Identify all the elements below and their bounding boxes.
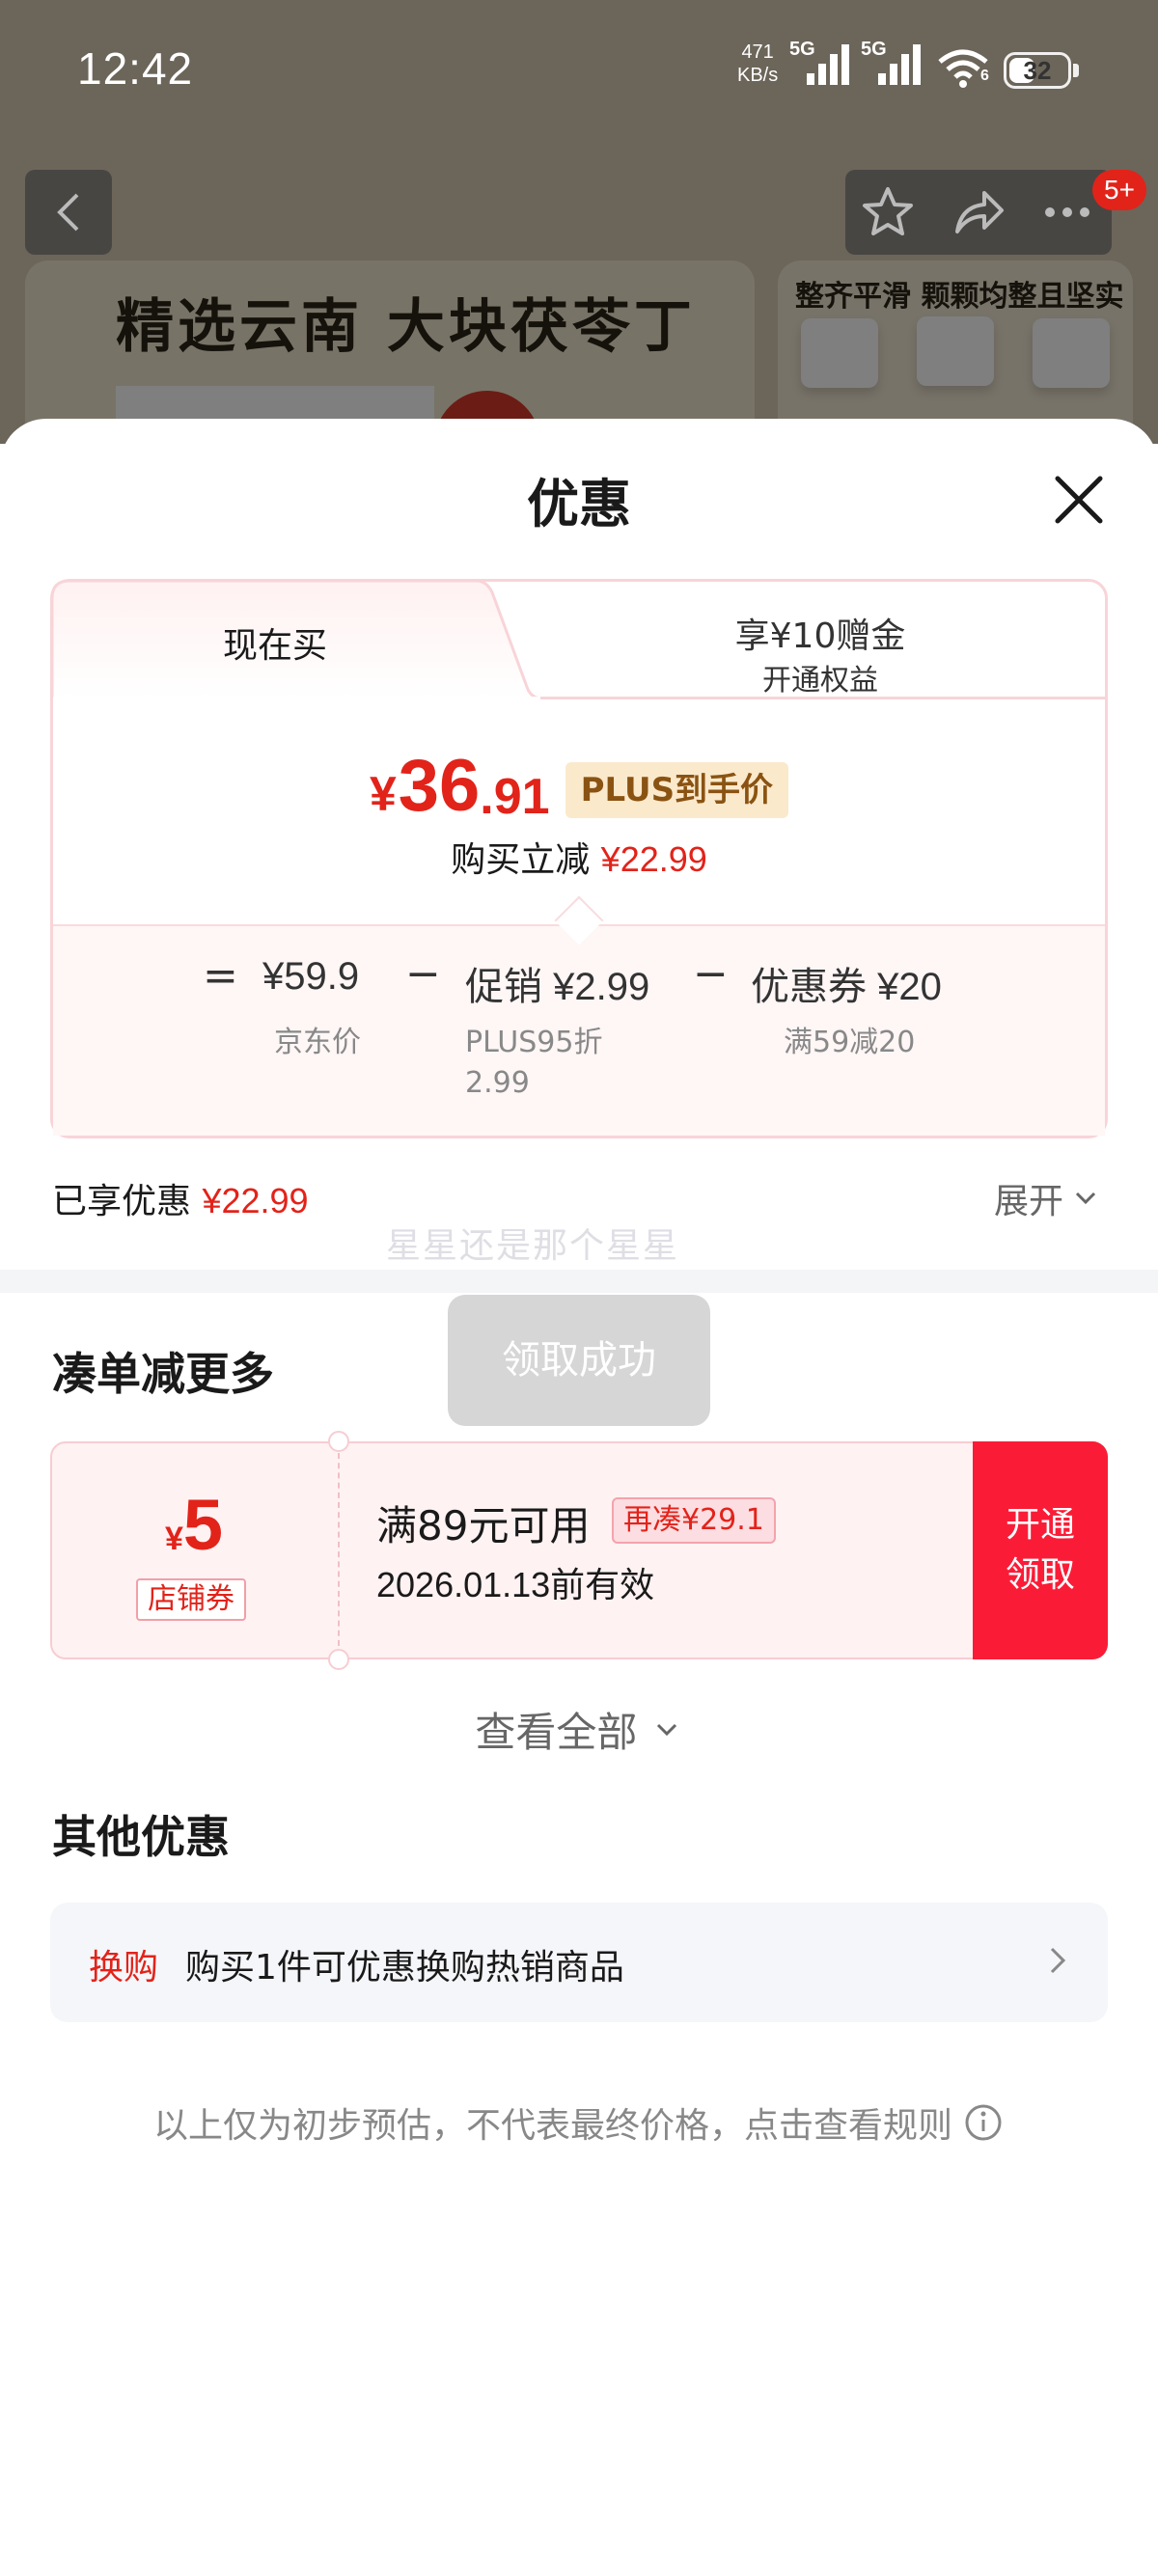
exchange-text: 购买1件可优惠换购热销商品 [185, 1948, 624, 1987]
disclaimer[interactable]: 以上仅为初步预估，不代表最终价格，点击查看规则 [0, 2097, 1158, 2148]
status-bar: 12:42 471 KB/s 5G 5G 6 32 [0, 0, 1158, 145]
top-action-group [845, 170, 1112, 255]
coupon-amount: ¥5 [50, 1484, 338, 1566]
price-decimal: .91 [480, 769, 550, 825]
expand-label: 展开 [994, 1182, 1064, 1221]
price-currency: ¥ [369, 767, 397, 821]
coupon-type-badge: 店铺券 [136, 1578, 246, 1621]
exchange-tag: 换购 [89, 1948, 159, 1987]
section-divider [0, 1270, 1158, 1293]
expand-button[interactable]: 展开 [994, 1173, 1102, 1223]
view-all-button[interactable]: 查看全部 [0, 1700, 1158, 1759]
minus-sign: − [405, 949, 441, 999]
equals-sign: = [203, 951, 238, 1000]
tab-now-buy-label: 现在买 [222, 626, 327, 666]
enjoyed-value: ¥22.99 [202, 1181, 309, 1220]
jd-price-label: 京东价 [274, 1026, 361, 1059]
chevron-right-icon [1050, 1947, 1066, 1974]
minus-sign: − [693, 949, 729, 999]
back-arrow-icon [57, 193, 79, 232]
share-button[interactable] [950, 185, 1007, 239]
success-toast: 领取成功 [448, 1295, 710, 1426]
coupon-currency: ¥ [164, 1521, 183, 1557]
claim-button-line1: 开通 [1005, 1505, 1075, 1545]
info-icon [965, 2104, 1002, 2141]
promo-label: PLUS95折 [465, 1026, 603, 1059]
battery-icon: 32 [1004, 52, 1071, 89]
claim-button-line2: 领取 [1005, 1555, 1075, 1595]
jd-price-value: ¥59.9 [262, 955, 360, 998]
close-icon[interactable] [1048, 469, 1110, 531]
bundle-section-title: 凑单减更多 [52, 1348, 274, 1400]
battery-level: 32 [1023, 56, 1052, 85]
more-icon [1045, 207, 1089, 217]
tab-plus-sublabel[interactable]: 开通权益 [676, 656, 965, 699]
battery-tip [1073, 64, 1079, 77]
promo-value: 促销 ¥2.99 [465, 966, 650, 1008]
net-speed-unit: KB/s [737, 65, 779, 86]
coupon-separator [338, 1453, 340, 1646]
enjoyed-discount: 已享优惠 ¥22.99 [52, 1173, 309, 1223]
other-section-title: 其他优惠 [52, 1811, 230, 1863]
signal-icon [878, 44, 921, 85]
signal-icon [807, 44, 849, 85]
promo-amount: 2.99 [465, 1066, 530, 1100]
coupon-condition: 满59减20 [784, 1026, 916, 1059]
disclaimer-text: 以上仅为初步预估，不代表最终价格，点击查看规则 [152, 2106, 952, 2146]
claim-coupon-button[interactable]: 开通 领取 [973, 1441, 1108, 1659]
price-integer: 36 [398, 745, 481, 827]
view-all-label: 查看全部 [475, 1709, 638, 1756]
share-icon [955, 191, 1004, 233]
more-button[interactable] [1038, 185, 1096, 239]
plus-price-tag: PLUS到手价 [565, 762, 789, 818]
wifi-label: 6 [980, 68, 989, 84]
coupon-value: 优惠券 ¥20 [751, 966, 942, 1008]
coupon-notch [328, 1649, 349, 1670]
reduce-row: 购买立减 ¥22.99 [0, 832, 1158, 882]
status-time: 12:42 [77, 43, 194, 94]
star-icon [863, 187, 913, 235]
final-price: ¥ 36 .91 PLUS到手价 [0, 743, 1158, 830]
chevron-down-icon [1075, 1192, 1096, 1205]
chevron-down-icon [656, 1723, 676, 1736]
coupon-amount-value: 5 [182, 1485, 224, 1565]
enjoyed-label: 已享优惠 [52, 1182, 192, 1221]
coupon-condition: 满89元可用 [376, 1502, 591, 1549]
sheet-title: 优惠 [527, 474, 631, 534]
net-speed: 471 KB/s [737, 41, 778, 87]
net-speed-value: 471 [741, 41, 774, 63]
reduce-label: 购买立减 [451, 840, 591, 880]
back-button[interactable] [25, 170, 112, 255]
coupon-more-needed: 再凑¥29.1 [612, 1497, 776, 1544]
coupon-notch [328, 1431, 349, 1452]
coupon-validity: 2026.01.13前有效 [376, 1565, 655, 1604]
reduce-value: ¥22.99 [600, 839, 707, 879]
tab-plus-label[interactable]: 享¥10赠金 [676, 608, 965, 658]
watermark-text: 星星还是那个星星 [386, 1226, 680, 1266]
notification-badge: 5+ [1092, 170, 1146, 210]
favorite-button[interactable] [859, 185, 917, 239]
